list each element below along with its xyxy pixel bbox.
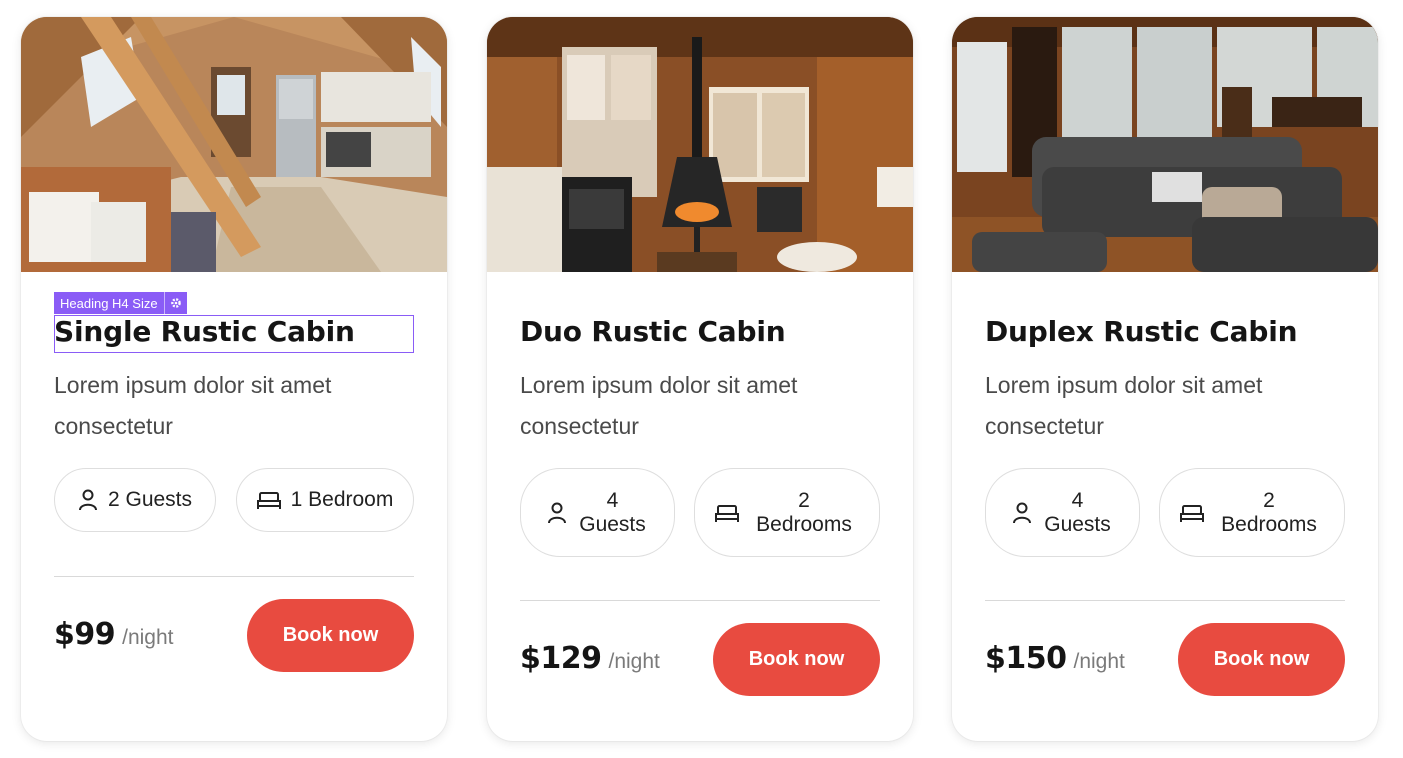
price: $129 /night	[520, 641, 660, 676]
price: $99 /night	[54, 617, 174, 652]
guests-count: 2 Guests	[107, 488, 193, 511]
gear-icon[interactable]	[163, 292, 187, 314]
card-description: Lorem ipsum dolor sit amet consectetur	[520, 372, 798, 439]
card-divider	[520, 600, 880, 601]
price: $150 /night	[985, 641, 1125, 676]
guests-pill: 4 Guests	[520, 468, 675, 557]
card-divider	[54, 576, 414, 577]
bedrooms-pill: 2 Bedrooms	[694, 468, 880, 557]
bed-icon	[256, 491, 281, 509]
price-unit: /night	[1073, 650, 1125, 673]
bedrooms-count: 2 Bedrooms	[756, 488, 852, 536]
price-amount: $99	[54, 617, 116, 652]
editor-element-badge[interactable]: Heading H4 Size	[54, 292, 187, 314]
guests-count: 4 Guests	[1044, 488, 1111, 536]
guests-pill: 2 Guests	[54, 468, 216, 532]
card-title: Duo Rustic Cabin	[520, 315, 786, 348]
book-now-button[interactable]: Book now	[713, 623, 880, 696]
bed-icon	[715, 504, 739, 522]
price-unit: /night	[122, 626, 174, 649]
person-icon	[547, 502, 567, 524]
bed-icon	[1180, 504, 1204, 522]
bedrooms-pill: 1 Bedroom	[236, 468, 414, 532]
person-icon	[1012, 502, 1032, 524]
card-description: Lorem ipsum dolor sit amet consectetur	[985, 372, 1263, 439]
price-unit: /night	[608, 650, 660, 673]
cabin-photo-kitchen-loft	[21, 17, 447, 272]
bedrooms-count: 1 Bedroom	[290, 488, 394, 511]
cabin-card-duo: Duo Rustic Cabin Lorem ipsum dolor sit a…	[487, 17, 913, 741]
book-now-button[interactable]: Book now	[1178, 623, 1345, 696]
card-title: Duplex Rustic Cabin	[985, 315, 1298, 348]
book-now-button[interactable]: Book now	[247, 599, 414, 672]
card-divider	[985, 600, 1345, 601]
bedrooms-pill: 2 Bedrooms	[1159, 468, 1345, 557]
card-title: Single Rustic Cabin	[54, 315, 355, 348]
cabin-photo-fireplace	[487, 17, 913, 272]
cabin-photo-living-room	[952, 17, 1378, 272]
card-description: Lorem ipsum dolor sit amet consectetur	[54, 372, 332, 439]
guests-count: 4 Guests	[579, 488, 646, 536]
price-amount: $150	[985, 641, 1067, 676]
guests-pill: 4 Guests	[985, 468, 1140, 557]
bedrooms-count: 2 Bedrooms	[1221, 488, 1317, 536]
cabin-card-single: Heading H4 Size Single Rustic Cabin Lore…	[21, 17, 447, 741]
cabin-card-duplex: Duplex Rustic Cabin Lorem ipsum dolor si…	[952, 17, 1378, 741]
heading-badge-label: Heading H4 Size	[60, 295, 158, 311]
person-icon	[78, 489, 98, 511]
price-amount: $129	[520, 641, 602, 676]
